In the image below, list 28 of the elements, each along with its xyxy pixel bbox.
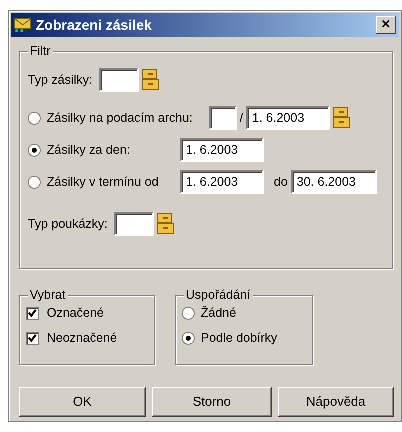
envelope-icon — [14, 17, 32, 33]
window-title: Zobrazeni zásilek — [36, 16, 152, 34]
checkbox-option[interactable]: Označené — [26, 304, 154, 323]
input-field[interactable] — [114, 212, 154, 236]
dialog-button[interactable]: Nápověda — [278, 387, 394, 417]
radio-option[interactable]: Žádné — [182, 304, 312, 323]
checkbox-option[interactable]: Neoznačené — [26, 328, 154, 348]
field-label: Typ poukázky: — [28, 216, 108, 233]
input-field[interactable] — [208, 106, 237, 130]
checkmark-icon — [27, 332, 38, 344]
radio-option[interactable]: Zásilky za den: — [28, 140, 180, 160]
radio-option[interactable]: Zásilky v termínu od — [28, 172, 180, 192]
input-field[interactable]: 1. 6.2003 — [246, 106, 330, 130]
separator-text: / — [240, 110, 244, 127]
group-label: Uspořádání — [184, 287, 253, 303]
group-label: Vybrat — [28, 287, 68, 303]
input-field[interactable]: 30. 6.2003 — [290, 170, 377, 194]
checkmark-icon — [27, 308, 38, 319]
input-field[interactable]: 1. 6.2003 — [180, 138, 264, 162]
radio-option[interactable]: Podle dobírky — [182, 328, 312, 348]
field-label: Typ zásilky: — [28, 72, 93, 89]
field-label: do — [274, 174, 288, 191]
radio-option[interactable]: Zásilky na podacím archu: — [28, 108, 193, 128]
close-button[interactable]: × — [376, 16, 396, 34]
input-field[interactable]: 1. 6.2003 — [180, 170, 264, 194]
dialog-button[interactable]: OK — [19, 387, 146, 417]
dialog-button[interactable]: Storno — [152, 387, 272, 417]
input-field[interactable] — [98, 68, 139, 92]
